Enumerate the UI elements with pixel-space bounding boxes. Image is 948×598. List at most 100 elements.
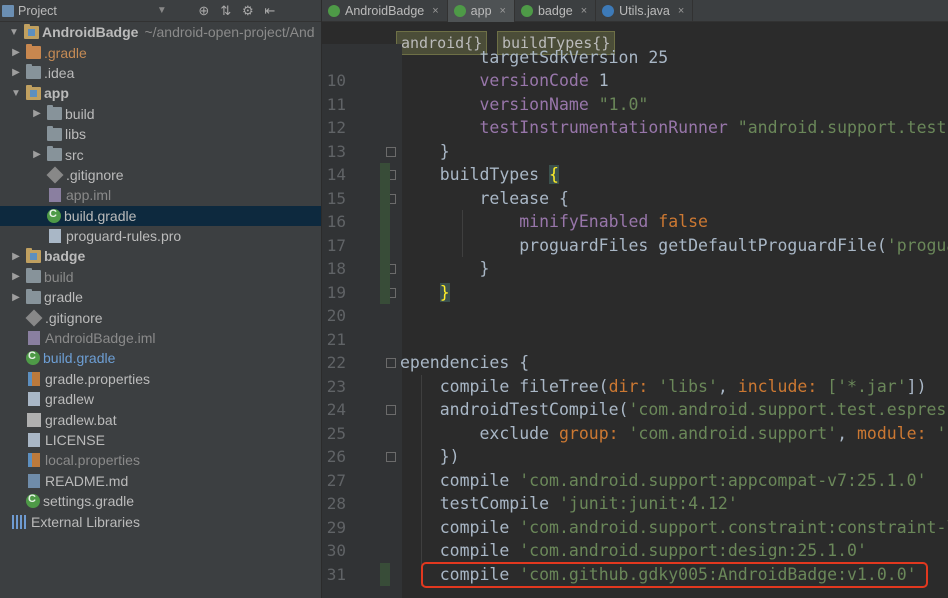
code-text: } xyxy=(400,140,450,164)
code-line[interactable]: compile 'com.android.support.constraint:… xyxy=(402,516,948,540)
code-line[interactable]: proguardFiles getDefaultProguardFile('pr… xyxy=(402,234,948,258)
code-line[interactable]: versionName "1.0" xyxy=(402,93,948,117)
code-line[interactable]: } xyxy=(402,257,948,281)
tree-app-build[interactable]: ▶ build xyxy=(0,104,321,124)
indent-guide xyxy=(462,210,463,257)
code-token: include: xyxy=(737,376,828,396)
code-line[interactable]: versionCode 1 xyxy=(402,69,948,93)
collapse-arrow-icon[interactable]: ▶ xyxy=(10,292,22,303)
code-token: dir: xyxy=(608,376,659,396)
tree-app-libs[interactable]: libs xyxy=(0,124,321,144)
code-line[interactable]: exclude group: 'com.android.support', mo… xyxy=(402,422,948,446)
code-line[interactable]: compile 'com.android.support:appcompat-v… xyxy=(402,469,948,493)
tree-root[interactable]: ▼ AndroidBadge ~/android-open-project/And xyxy=(0,22,321,42)
code-line[interactable]: compile fileTree(dir: 'libs', include: [… xyxy=(402,375,948,399)
line-number: 11 xyxy=(326,94,346,114)
collapse-arrow-icon[interactable]: ▶ xyxy=(31,108,43,119)
code-token: false xyxy=(648,212,708,231)
close-tab-icon[interactable]: × xyxy=(581,5,587,17)
vcs-change-marker[interactable] xyxy=(380,562,390,586)
tree-settings-gradle[interactable]: settings.gradle xyxy=(0,491,321,511)
line-number: 23 xyxy=(326,376,346,396)
tree-app-gitignore[interactable]: .gitignore xyxy=(0,165,321,185)
view-dropdown-icon[interactable]: ▼ xyxy=(157,5,167,16)
code-line[interactable]: ependencies { xyxy=(400,351,948,375)
hide-panel-icon[interactable]: ⇤ xyxy=(263,3,277,19)
fold-marker-icon[interactable] xyxy=(386,146,396,157)
code-line[interactable] xyxy=(402,328,948,352)
tab-badge[interactable]: badge × xyxy=(515,0,597,22)
project-panel-title[interactable]: Project xyxy=(18,4,57,18)
collapse-arrow-icon[interactable]: ▶ xyxy=(10,271,22,282)
settings-gear-icon[interactable]: ⚙ xyxy=(241,3,255,19)
scroll-from-source-icon[interactable]: ⊕ xyxy=(197,3,211,19)
tree-app[interactable]: ▼ app xyxy=(0,83,321,103)
tree-gradle-properties[interactable]: gradle.properties xyxy=(0,369,321,389)
code-line[interactable]: buildTypes { xyxy=(402,163,948,187)
gradle-file-icon xyxy=(47,208,61,223)
collapse-arrow-icon[interactable]: ▶ xyxy=(10,251,22,262)
code-text: compile fileTree(dir: 'libs', include: [… xyxy=(400,375,927,399)
code-token: , xyxy=(717,376,738,396)
tree-readme[interactable]: README.md xyxy=(0,471,321,491)
code-line[interactable]: compile 'com.android.support:design:25.1… xyxy=(402,539,948,563)
code-text: versionName "1.0" xyxy=(400,93,648,117)
tree-gitignore[interactable]: .gitignore xyxy=(0,307,321,327)
tree-gradlew[interactable]: gradlew xyxy=(0,389,321,409)
folder-icon xyxy=(47,105,62,121)
tree-build[interactable]: ▶ build xyxy=(0,267,321,287)
tree-app-build-gradle[interactable]: build.gradle xyxy=(0,205,321,226)
tree-androidbadge-iml[interactable]: AndroidBadge.iml xyxy=(0,328,321,348)
line-number-row: 10 xyxy=(322,69,402,93)
tree-app-src[interactable]: ▶ src xyxy=(0,144,321,164)
fold-marker-icon[interactable] xyxy=(386,405,396,415)
code-line[interactable]: androidTestCompile('com.android.support.… xyxy=(402,398,948,422)
line-number-row: 30 xyxy=(322,539,402,563)
expand-arrow-icon[interactable]: ▼ xyxy=(8,27,20,38)
code-line[interactable]: }) xyxy=(402,445,948,469)
tree-badge[interactable]: ▶ badge xyxy=(0,246,321,266)
code-line[interactable]: release { xyxy=(402,187,948,211)
code-line[interactable]: testCompile 'junit:junit:4.12' xyxy=(402,492,948,516)
properties-file-icon xyxy=(28,371,40,386)
tab-app[interactable]: app × xyxy=(447,0,515,22)
tree-gradle-dir[interactable]: ▶ .gradle xyxy=(0,42,321,62)
collapse-arrow-icon[interactable]: ▶ xyxy=(31,149,43,160)
tree-gradlew-bat[interactable]: gradlew.bat xyxy=(0,409,321,429)
code-line[interactable]: testInstrumentationRunner "android.suppo… xyxy=(402,116,948,140)
code-token: } xyxy=(400,141,450,161)
close-tab-icon[interactable]: × xyxy=(500,5,506,17)
code-editor[interactable]: 10 11 12 13 14 15 16 17 18 19 20 21 22 23 24 25 26 27 28 29… xyxy=(322,44,948,598)
tree-local-properties[interactable]: local.properties xyxy=(0,450,321,470)
code-token: minifyEnabled xyxy=(519,212,649,231)
tree-external-libraries[interactable]: External Libraries xyxy=(0,511,321,531)
code-line[interactable]: } xyxy=(402,281,948,305)
code-text: buildTypes { xyxy=(400,163,559,187)
code-line[interactable]: } xyxy=(402,140,948,164)
code-line[interactable]: minifyEnabled false xyxy=(402,210,948,234)
fold-marker-icon[interactable] xyxy=(386,452,396,462)
tree-build-gradle[interactable]: build.gradle xyxy=(0,348,321,368)
code-line[interactable] xyxy=(402,304,948,328)
code-line-partial: targetSdkVersion 25 xyxy=(402,46,948,70)
tree-app-iml[interactable]: app.iml xyxy=(0,185,321,205)
text-file-icon xyxy=(28,392,40,407)
tab-utils-java[interactable]: Utils.java × xyxy=(596,0,694,22)
tab-androidbadge[interactable]: AndroidBadge × xyxy=(322,0,448,22)
line-number: 18 xyxy=(326,259,346,278)
tree-license[interactable]: LICENSE xyxy=(0,430,321,450)
close-tab-icon[interactable]: × xyxy=(678,5,684,17)
fold-marker-icon[interactable] xyxy=(386,358,396,368)
collapse-arrow-icon[interactable]: ▶ xyxy=(10,47,22,58)
gradle-icon xyxy=(328,5,340,17)
code-area[interactable]: targetSdkVersion 25 versionCode 1 versio… xyxy=(400,44,948,598)
collapse-arrow-icon[interactable]: ▶ xyxy=(10,67,22,78)
close-tab-icon[interactable]: × xyxy=(432,5,438,17)
tree-idea-dir[interactable]: ▶ .idea xyxy=(0,63,321,83)
tree-item-label: src xyxy=(65,146,84,163)
collapse-all-icon[interactable]: ⇅ xyxy=(219,3,233,19)
tree-gradle[interactable]: ▶ gradle xyxy=(0,287,321,307)
tree-app-proguard[interactable]: proguard-rules.pro xyxy=(0,226,321,246)
expand-arrow-icon[interactable]: ▼ xyxy=(10,88,22,99)
vcs-change-marker[interactable] xyxy=(380,163,390,304)
